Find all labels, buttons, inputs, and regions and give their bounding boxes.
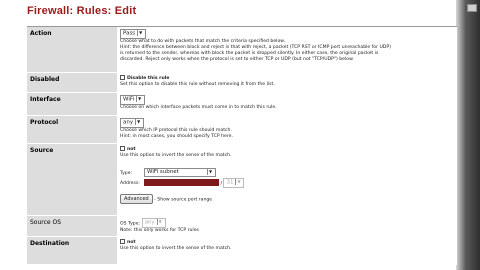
chevron-down-icon: ▼ [207,169,213,175]
disabled-help: Set this option to disable this rule wit… [120,82,275,87]
source-not-label: not [127,147,136,152]
disable-rule-checkbox-label: Disable this rule [127,76,170,81]
destination-not-checkbox[interactable] [120,239,125,244]
interface-help: Choose on which interface packets must c… [120,104,277,110]
chevron-down-icon: ▼ [137,30,143,36]
source-mask-select[interactable]: 31 ▼ [223,178,245,188]
disabled-row: Disabled Disable this rule Set this opti… [27,73,457,93]
source-type-label: Type: [120,171,133,176]
protocol-label: Protocol [27,116,117,143]
interface-select[interactable]: WiFi ▼ [120,95,146,105]
disable-rule-checkbox[interactable] [120,75,125,80]
destination-not-help: Use this option to invert the sense of t… [120,246,232,251]
chevron-down-icon: ▼ [156,219,162,225]
action-help-4: discarded. Reject only works when the pr… [120,56,354,62]
chevron-down-icon: ▼ [136,96,142,102]
protocol-help-2: Hint: in most cases, you should specify … [120,133,233,139]
protocol-select[interactable]: any ▼ [120,118,145,128]
source-not-checkbox[interactable] [120,146,125,151]
source-address-label: Address: [120,181,140,187]
rule-edit-form: Action Pass ▼ Choose what to do with pack… [27,26,457,265]
source-label: Source [27,144,117,215]
source-os-help: Note: this only works for TCP rules [120,227,199,233]
source-os-label: Source OS [27,216,117,236]
destination-row: Destination not Use this option to inver… [27,237,457,265]
disabled-label: Disabled [27,73,117,92]
window-button[interactable] [467,4,477,12]
chevron-down-icon: ▼ [135,119,141,125]
os-type-select[interactable]: any ▼ [141,218,166,228]
action-select[interactable]: Pass ▼ [120,29,147,39]
destination-label: Destination [27,237,117,264]
interface-label: Interface [27,93,117,115]
interface-row: Interface WiFi ▼ Choose on which interfac… [27,93,457,116]
protocol-row: Protocol any ▼ Choose which IP protocol t… [27,116,457,144]
source-row: Source not Use this option to invert the… [27,144,457,216]
advanced-button[interactable]: Advanced [120,193,153,204]
action-label: Action [27,27,117,72]
page-title: Firewall: Rules: Edit [27,5,137,17]
source-os-row: Source OS OS Type: any ▼ Note: this only … [27,216,457,237]
destination-not-label: not [127,240,136,245]
source-type-select[interactable]: WiFi subnet ▼ [144,168,216,177]
action-row: Action Pass ▼ Choose what to do with pack… [27,27,457,73]
os-type-label: OS Type: [120,221,141,227]
source-address-input[interactable] [144,179,219,187]
window-edge [456,0,480,270]
chevron-down-icon: ▼ [235,179,241,185]
advanced-help: - Show source port range [154,197,213,202]
